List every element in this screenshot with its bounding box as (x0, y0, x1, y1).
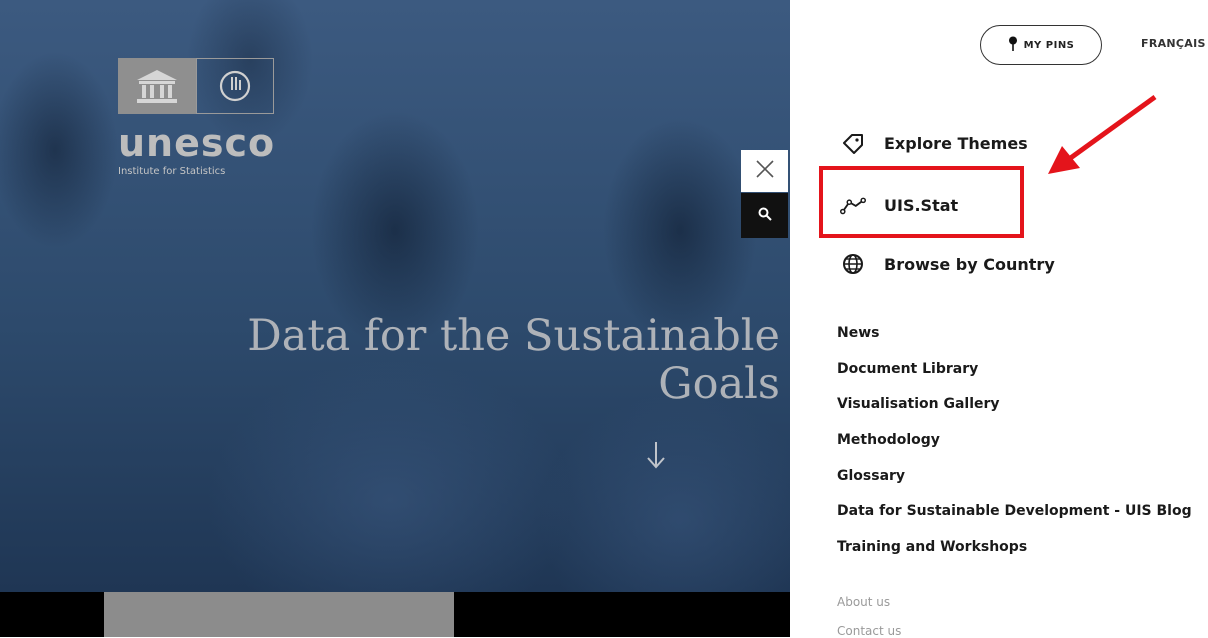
bottom-gray-block (104, 592, 454, 637)
annotation-arrow-icon (1040, 92, 1160, 186)
close-icon (755, 160, 774, 182)
menu-link-contact-us[interactable]: Contact us (837, 624, 901, 638)
menu-link-news[interactable]: News (837, 325, 879, 341)
menu-link-visualisation-gallery[interactable]: Visualisation Gallery (837, 396, 1000, 412)
unesco-logo[interactable]: unesco Institute for Statistics (118, 58, 275, 177)
search-icon (758, 206, 772, 225)
menu-link-glossary[interactable]: Glossary (837, 468, 905, 484)
menu-item-browse-by-country[interactable]: Browse by Country (840, 253, 1055, 275)
menu-link-training-workshops[interactable]: Training and Workshops (837, 539, 1027, 555)
pin-icon (1008, 36, 1018, 55)
annotation-highlight-box (819, 166, 1024, 238)
menu-item-label: Explore Themes (884, 133, 1028, 153)
menu-link-methodology[interactable]: Methodology (837, 432, 940, 448)
language-link[interactable]: FRANÇAIS (1141, 37, 1206, 50)
menu-link-about-us[interactable]: About us (837, 595, 890, 609)
my-pins-button[interactable]: MY PINS (980, 25, 1102, 65)
logo-wordmark: unesco (118, 121, 276, 165)
tag-icon (840, 132, 866, 154)
uis-emblem-icon (196, 58, 274, 114)
logo-subtitle: Institute for Statistics (118, 166, 226, 177)
hero-title: Data for the Sustainable Goals (210, 312, 780, 408)
globe-icon (840, 253, 866, 275)
search-button[interactable] (741, 193, 788, 238)
hero-banner: unesco Institute for Statistics Data for… (0, 0, 790, 592)
menu-item-explore-themes[interactable]: Explore Themes (840, 132, 1028, 154)
menu-link-document-library[interactable]: Document Library (837, 361, 978, 377)
menu-link-uis-blog[interactable]: Data for Sustainable Development - UIS B… (837, 503, 1192, 519)
menu-item-label: Browse by Country (884, 254, 1055, 274)
hero-title-line2: Goals (658, 359, 780, 409)
hero-title-line1: Data for the Sustainable (247, 311, 780, 361)
my-pins-label: MY PINS (1023, 39, 1075, 51)
temple-icon (118, 58, 196, 114)
close-button[interactable] (741, 150, 788, 192)
scroll-down-arrow-icon[interactable] (645, 440, 667, 474)
